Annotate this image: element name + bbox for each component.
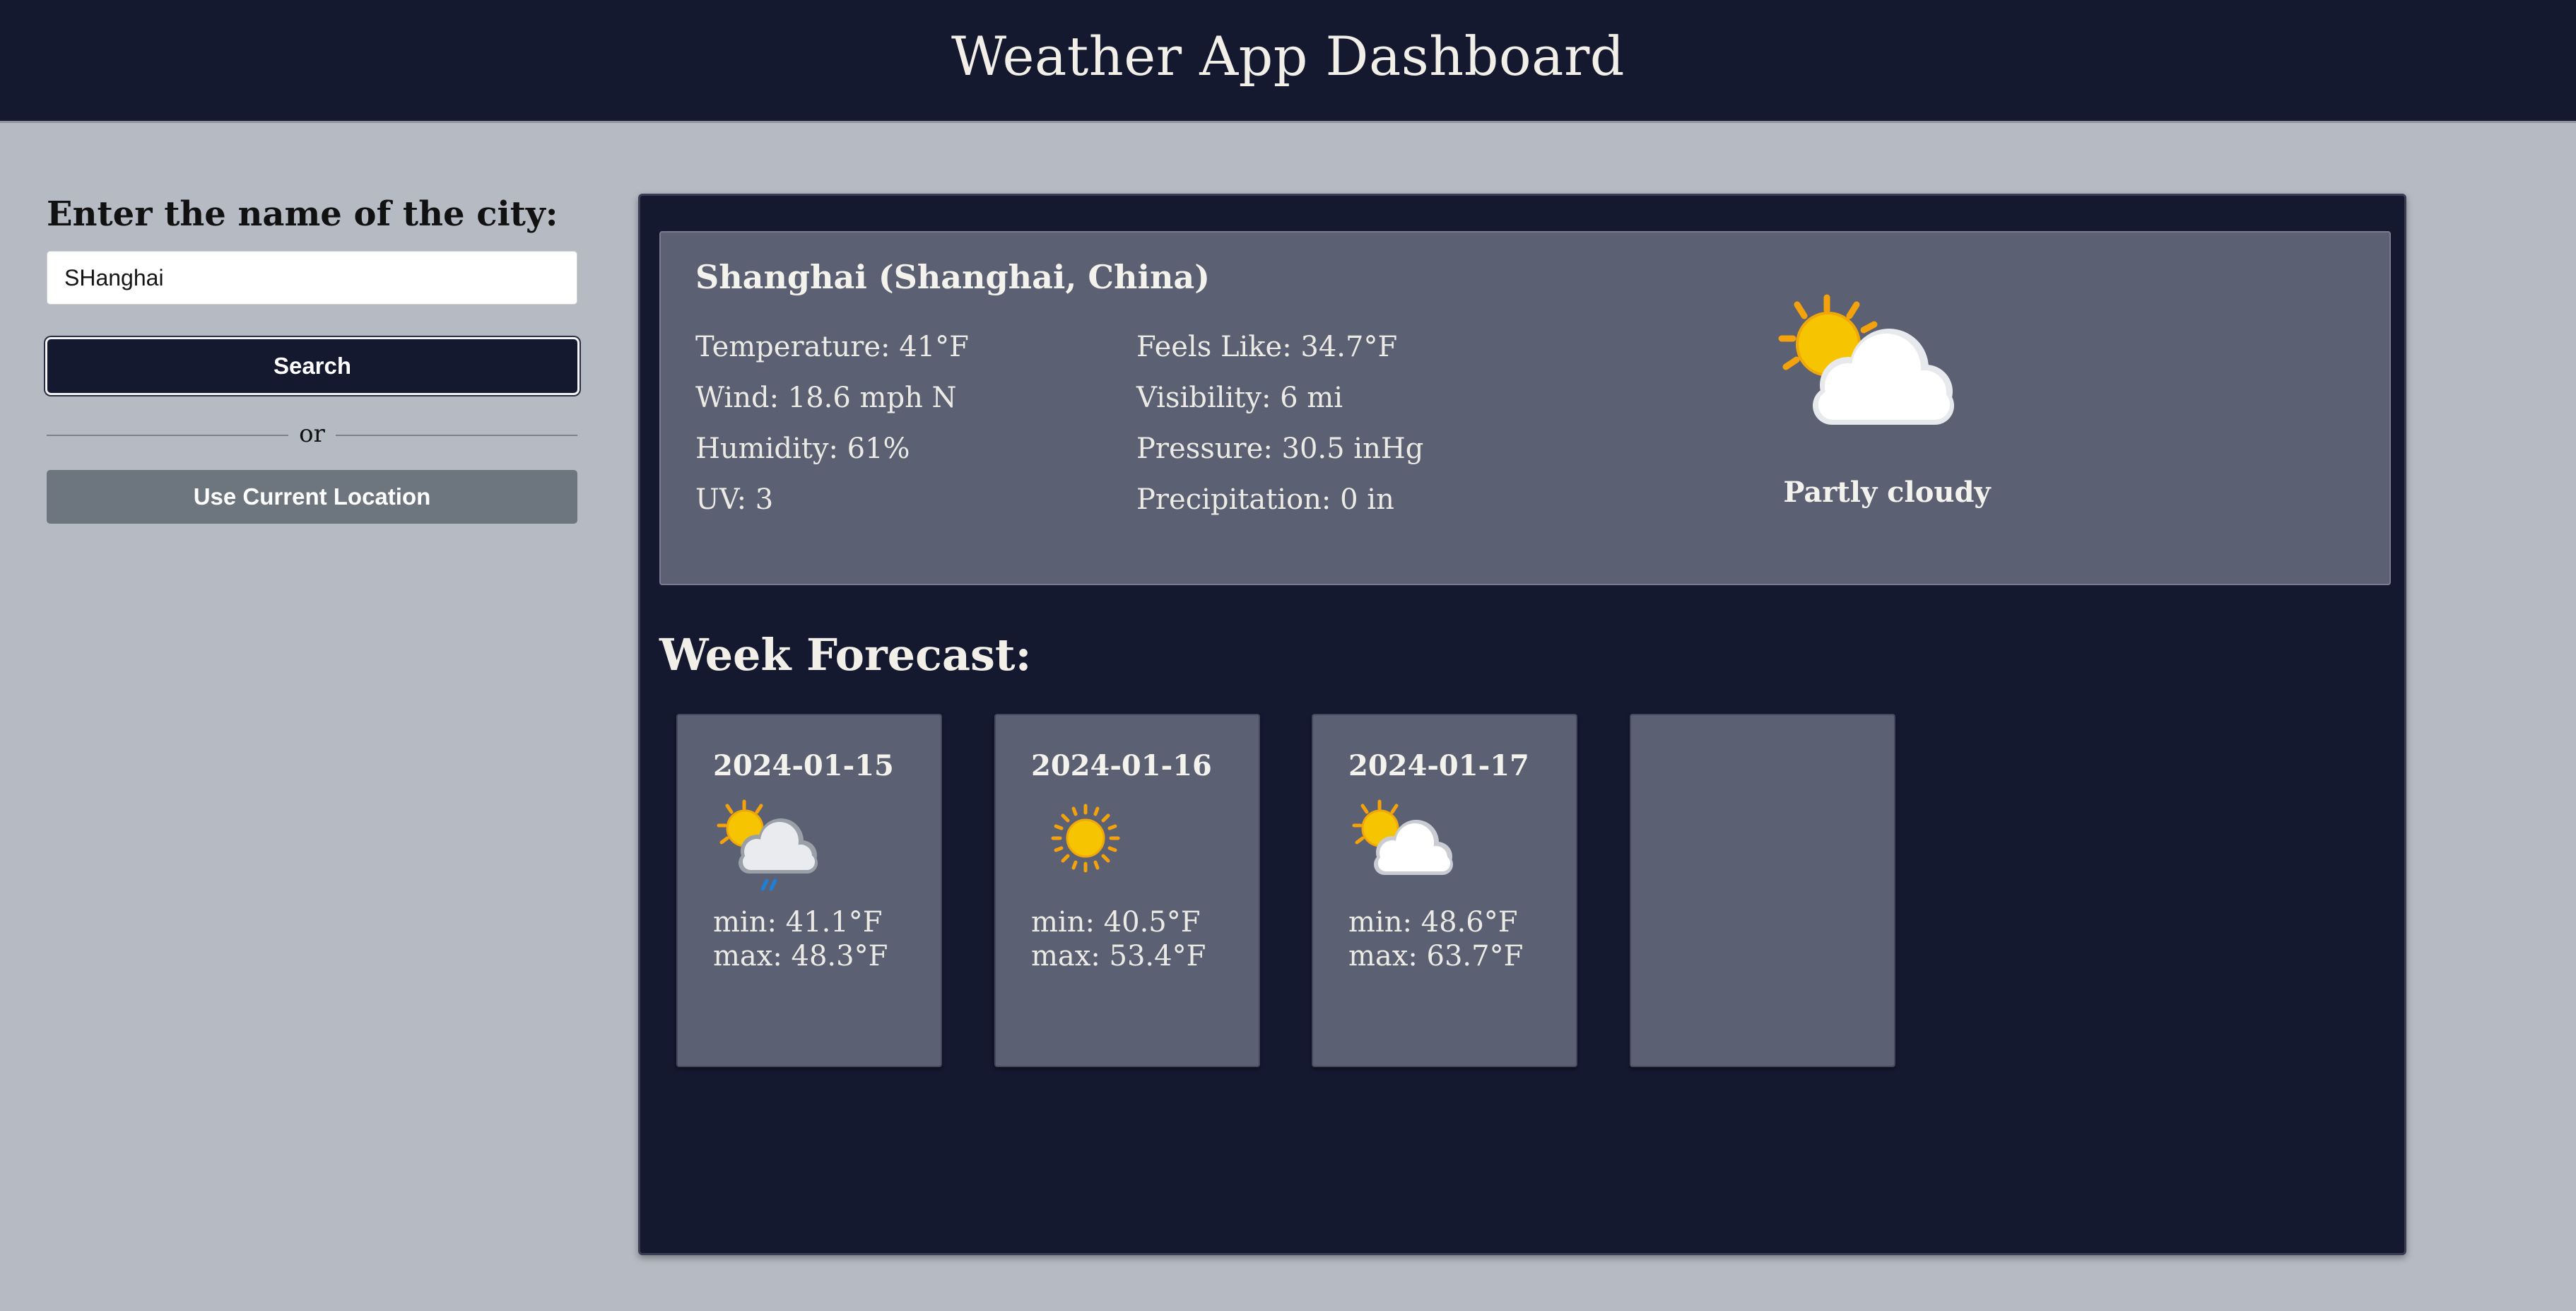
forecast-min-temp: min: 41.1°F xyxy=(713,906,883,939)
precipitation-stat: Precipitation: 0 in xyxy=(1136,483,1394,516)
forecast-date: 2024-01-15 xyxy=(713,749,894,782)
city-input-label: Enter the name of the city: xyxy=(47,194,558,234)
city-search-input[interactable] xyxy=(47,251,577,305)
use-current-location-button[interactable]: Use Current Location xyxy=(47,470,577,524)
page-title: Weather App Dashboard xyxy=(951,25,1625,88)
location-title: Shanghai (Shanghai, China) xyxy=(695,258,1210,296)
feels-like-stat: Feels Like: 34.7°F xyxy=(1136,331,1398,363)
forecast-card: 2024-01-17 min: 48.6°F max: 63.7°F xyxy=(1312,714,1577,1067)
forecast-card: 2024-01-15 min: 41.1°F max: 48.3°F xyxy=(676,714,942,1067)
week-forecast-title: Week Forecast: xyxy=(659,629,1032,681)
forecast-card-empty xyxy=(1630,714,1895,1067)
forecast-min-temp: min: 48.6°F xyxy=(1348,906,1518,939)
or-text: or xyxy=(299,420,325,448)
humidity-stat: Humidity: 61% xyxy=(695,433,910,465)
current-weather-card: Shanghai (Shanghai, China) Temperature: … xyxy=(659,231,2391,585)
forecast-card: 2024-01-16 min: 40.5°F max: 53.4°F xyxy=(994,714,1260,1067)
weather-panel: Shanghai (Shanghai, China) Temperature: … xyxy=(638,194,2406,1255)
or-divider: or xyxy=(47,417,577,452)
sunny-icon xyxy=(1051,804,1120,873)
forecast-date: 2024-01-17 xyxy=(1348,749,1529,782)
visibility-stat: Visibility: 6 mi xyxy=(1136,382,1343,414)
divider-line-right xyxy=(336,435,577,436)
app-header: Weather App Dashboard xyxy=(0,0,2576,123)
pressure-stat: Pressure: 30.5 inHg xyxy=(1136,433,1424,465)
forecast-max-temp: max: 53.4°F xyxy=(1031,940,1206,972)
forecast-max-temp: max: 48.3°F xyxy=(713,940,888,972)
condition-text: Partly cloudy xyxy=(1783,476,1991,509)
forecast-min-temp: min: 40.5°F xyxy=(1031,906,1201,939)
wind-stat: Wind: 18.6 mph N xyxy=(695,382,957,414)
search-button[interactable]: Search xyxy=(45,337,580,395)
partly-cloudy-icon xyxy=(1778,294,1954,425)
forecast-max-temp: max: 63.7°F xyxy=(1348,940,1524,972)
uv-stat: UV: 3 xyxy=(695,483,774,516)
partly-cloudy-icon xyxy=(1352,799,1453,875)
patchy-rain-icon xyxy=(717,799,818,891)
temperature-stat: Temperature: 41°F xyxy=(695,331,969,363)
forecast-date: 2024-01-16 xyxy=(1031,749,1212,782)
